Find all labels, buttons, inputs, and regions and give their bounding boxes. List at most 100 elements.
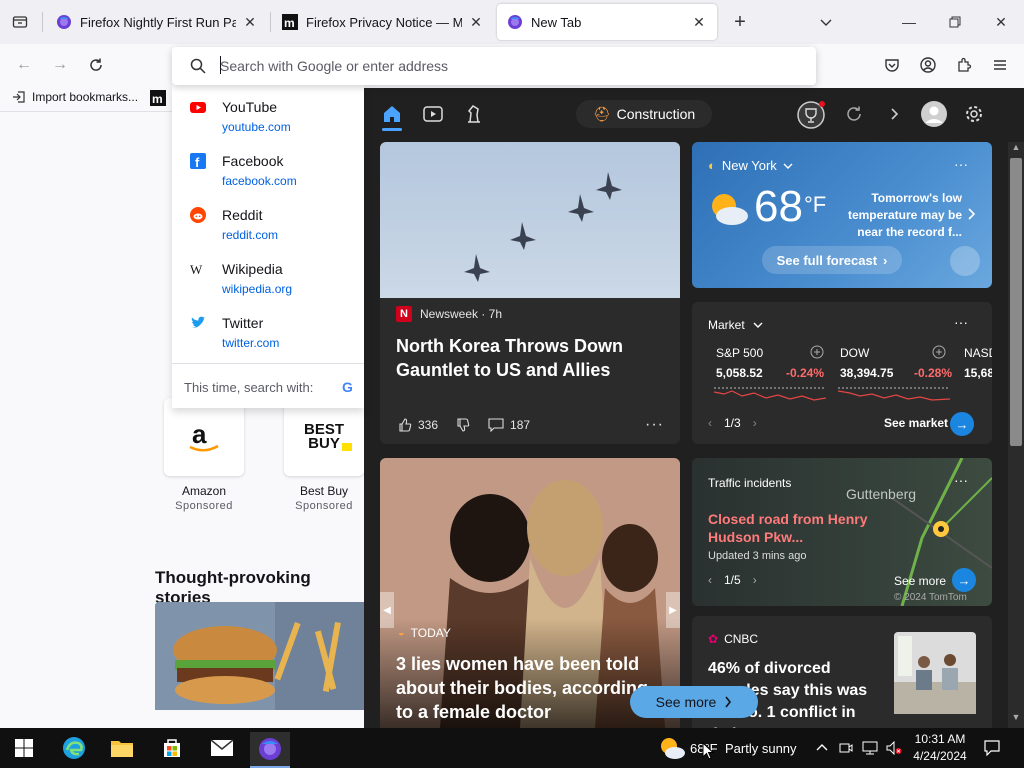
minimize-button[interactable]: — [886,0,932,44]
url-input[interactable] [220,58,780,74]
next-button[interactable] [882,102,906,126]
msn-play-button[interactable] [462,102,486,126]
see-market-arrow-button[interactable]: → [950,412,974,436]
weather-more-button[interactable]: ··· [954,156,968,172]
weather-card[interactable]: ◐ New York ··· 68 °F Tomorrow's low temp… [692,142,992,288]
meet-now-button[interactable] [836,732,856,764]
weather-location[interactable]: ◐ New York [708,158,793,173]
taskbar-weather-icon-button[interactable] [652,732,692,764]
firefox-view-button[interactable] [0,0,40,44]
address-bar[interactable] [172,47,816,85]
scroll-up-icon[interactable]: ▲ [1008,142,1024,156]
shortcut-best-buy[interactable]: BEST BUY Best Buy Sponsored [284,398,364,512]
google-icon: G [342,379,353,395]
add-watchlist-icon[interactable] [932,345,946,359]
profile-avatar[interactable] [920,100,948,128]
google-search-engine-button[interactable]: G [342,379,353,395]
network-button[interactable] [860,732,880,764]
see-more-arrow-button[interactable]: → [952,568,976,592]
see-market-link[interactable]: See market [884,416,948,430]
see-more-button[interactable]: See more [630,686,758,718]
reload-button[interactable] [84,53,108,77]
clock-time[interactable]: 10:31 AM [912,732,968,746]
weather-map-thumbnail[interactable] [950,246,980,276]
taskbar-store[interactable] [152,732,192,764]
close-icon[interactable]: ✕ [468,14,484,30]
market-title[interactable]: Market [708,318,763,332]
clock-date[interactable]: 4/24/2024 [910,749,970,763]
back-button[interactable]: ← [12,53,36,77]
sparkline-chart [714,387,826,401]
msn-video-button[interactable] [421,102,445,126]
import-bookmarks-button[interactable]: Import bookmarks... [12,90,138,104]
list-all-tabs-button[interactable] [814,10,838,34]
suggestion-youtube[interactable]: YouTube youtube.com [172,85,364,137]
taskbar-edge[interactable] [54,732,94,764]
traffic-more-button[interactable]: ··· [954,472,968,488]
news-card-women-health[interactable]: ◀ ▶ ◒ TODAY 3 lies women have been told … [380,458,680,728]
see-more-link[interactable]: See more [894,574,946,588]
jets-image [464,172,622,282]
suggestion-facebook[interactable]: f Facebook facebook.com [172,139,364,191]
suggestion-wikipedia[interactable]: W Wikipedia wikipedia.org [172,247,364,299]
construction-chip[interactable]: ⛑ Construction [576,100,712,128]
suggestion-twitter[interactable]: Twitter twitter.com [172,301,364,353]
notifications-button[interactable] [978,732,1006,764]
add-watchlist-icon[interactable] [810,345,824,359]
story-image-burger[interactable] [155,602,364,710]
chevron-left-icon[interactable]: ‹ [708,416,712,430]
edge-icon [63,737,85,759]
chevron-right-icon[interactable] [967,208,977,220]
close-icon[interactable]: ✕ [691,14,707,30]
carousel-prev-button[interactable]: ◀ [380,592,394,628]
maximize-button[interactable] [932,0,978,44]
news-card-north-korea[interactable]: N Newsweek · 7h North Korea Throws Down … [380,142,680,444]
traffic-card[interactable]: Guttenberg Traffic incidents ··· Closed … [692,458,992,606]
source-label: CNBC [724,632,759,646]
msn-settings-button[interactable] [962,102,986,126]
taskbar-firefox-nightly[interactable] [250,732,290,768]
suggestion-reddit[interactable]: Reddit reddit.com [172,193,364,245]
see-full-forecast-button[interactable]: See full forecast › [762,246,902,274]
dislike-button[interactable] [456,418,470,432]
feed-scrollbar[interactable]: ▲ ▼ [1008,142,1024,728]
forward-button[interactable]: → [48,53,72,77]
map-place-label: Guttenberg [846,486,917,502]
start-button[interactable] [4,732,44,764]
shortcut-amazon[interactable]: a Amazon Sponsored [164,398,244,512]
more-options-button[interactable]: ··· [645,416,664,434]
bookmark-mozilla[interactable]: m [150,90,166,106]
tab-firefox-first-run[interactable]: Firefox Nightly First Run Page ✕ [46,4,268,40]
comments-button[interactable]: 187 [488,418,530,432]
newsweek-logo-icon: N [396,306,412,322]
new-tab-button[interactable]: + [728,10,752,34]
close-window-button[interactable]: ✕ [978,0,1024,44]
show-hidden-icons-button[interactable] [812,732,832,764]
chevron-right-icon[interactable]: › [753,573,757,587]
taskbar-mail[interactable] [202,732,242,764]
extensions-button[interactable] [952,53,976,77]
scrollbar-thumb[interactable] [1010,158,1022,446]
carousel-next-button[interactable]: ▶ [666,592,680,628]
account-button[interactable] [916,53,940,77]
taskbar-file-explorer[interactable] [102,732,142,764]
msn-home-button[interactable] [380,102,404,126]
tab-privacy-notice[interactable]: m Firefox Privacy Notice — Mozill ✕ [272,4,494,40]
market-more-button[interactable]: ··· [954,314,968,330]
home-icon [384,106,400,122]
like-button[interactable]: 336 [398,418,438,432]
scroll-down-icon[interactable]: ▼ [1008,712,1024,726]
taskbar-weather-text[interactable]: Partly sunny [725,741,797,756]
rewards-button[interactable] [796,100,826,130]
volume-button[interactable] [884,732,904,764]
partly-sunny-icon [712,194,748,225]
tab-new-tab[interactable]: New Tab ✕ [497,4,717,40]
tab-title: Firefox Privacy Notice — Mozill [306,14,462,30]
hamburger-menu-icon [994,60,1006,70]
pocket-button[interactable] [880,53,904,77]
refresh-feed-button[interactable] [842,102,866,126]
chevron-right-icon[interactable]: › [753,416,757,430]
close-icon[interactable]: ✕ [242,14,258,30]
chevron-left-icon[interactable]: ‹ [708,573,712,587]
app-menu-button[interactable] [988,53,1012,77]
